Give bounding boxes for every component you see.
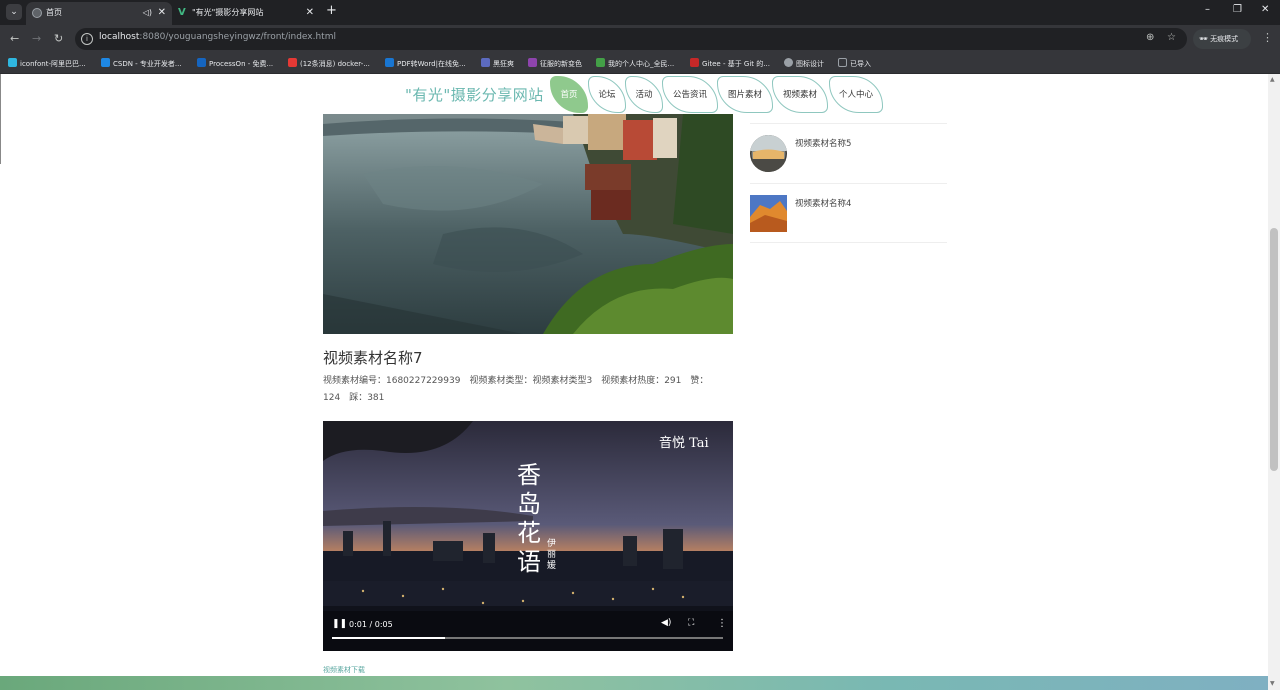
- bookmark-folder[interactable]: 已导入: [838, 57, 871, 71]
- scroll-up-arrow-icon[interactable]: ▲: [1270, 76, 1275, 83]
- bookmark-item[interactable]: ProcessOn - 免费...: [197, 57, 273, 71]
- item-title: 视频素材名称7: [323, 349, 423, 367]
- bookmark-site-icon: [784, 58, 793, 67]
- folder-icon: [838, 58, 847, 67]
- gitee-icon: [690, 58, 699, 67]
- bookmark-item[interactable]: 征服的新变色: [528, 57, 582, 71]
- omnibox[interactable]: i localhost:8080/youguangsheyingwz/front…: [75, 28, 1187, 50]
- pdf-icon: [385, 58, 394, 67]
- bookmark-site-icon: [481, 58, 490, 67]
- bookmark-item[interactable]: PDF转Word|在线免...: [385, 57, 466, 71]
- site-info-icon[interactable]: i: [81, 33, 93, 45]
- video-progress-fill: [332, 637, 446, 639]
- video-time: 0:01 / 0:05: [349, 620, 393, 629]
- bookmark-item[interactable]: iconfont-阿里巴巴...: [8, 57, 86, 71]
- sidebar-item-label[interactable]: 视频素材名称4: [795, 197, 851, 209]
- zoom-icon[interactable]: ⊕: [1146, 32, 1154, 43]
- back-arrow-icon[interactable]: ←: [10, 32, 19, 45]
- minimize-button[interactable]: –: [1205, 4, 1210, 15]
- forward-arrow-icon[interactable]: →: [32, 32, 41, 45]
- iconfont-icon: [8, 58, 17, 67]
- close-window-button[interactable]: ✕: [1261, 4, 1269, 15]
- nav-home[interactable]: 首页: [550, 76, 588, 113]
- video-overlay-subtext: 伊丽媛: [547, 539, 557, 571]
- meta-code: 视频素材编号：1680227229939: [323, 376, 461, 386]
- processon-icon: [197, 58, 206, 67]
- fullscreen-icon[interactable]: ⛶: [688, 618, 694, 628]
- bookmark-item[interactable]: 黑狂爽: [481, 57, 514, 71]
- sidebar-divider: [750, 183, 947, 184]
- sidebar-thumb[interactable]: [750, 195, 787, 232]
- video-player[interactable]: 音悦 Tai 香岛花语 伊丽媛 ❚❚ 0:01 / 0:05 ◀) ⛶ ⋮: [323, 421, 733, 651]
- restore-button[interactable]: ❐: [1233, 4, 1242, 15]
- pause-icon[interactable]: ❚❚: [332, 619, 347, 629]
- cover-image: [323, 114, 733, 334]
- meta-type: 视频素材类型：视频素材类型3: [469, 376, 593, 386]
- bookmark-item[interactable]: 图标设计: [784, 57, 824, 71]
- video-progress-track[interactable]: [332, 637, 723, 639]
- browser-tab-bar: ⌄ 首页 ◁) ✕ V "有光"摄影分享网站 ✕ + – ❐ ✕: [0, 0, 1280, 25]
- video-more-icon[interactable]: ⋮: [717, 618, 727, 629]
- tab-search-chevron-icon[interactable]: ⌄: [6, 4, 22, 20]
- video-watermark: 音悦 Tai: [659, 436, 709, 451]
- bookmark-star-icon[interactable]: ☆: [1167, 32, 1176, 43]
- sidebar-thumb[interactable]: [750, 135, 787, 172]
- browser-tab-active[interactable]: 首页 ◁) ✕: [26, 2, 172, 25]
- bookmark-site-icon: [528, 58, 537, 67]
- left-edge-line: [0, 74, 1, 164]
- tab-title: 首页: [46, 8, 62, 17]
- nav-activity[interactable]: 活动: [625, 76, 663, 113]
- bookmark-item[interactable]: CSDN - 专业开发者...: [101, 57, 182, 71]
- scroll-thumb[interactable]: [1270, 228, 1278, 471]
- item-meta: 视频素材编号：1680227229939 视频素材类型：视频素材类型3 视频素材热度…: [323, 373, 733, 407]
- reload-icon[interactable]: ↻: [54, 32, 63, 45]
- nav-video-material[interactable]: 视频素材: [772, 76, 828, 113]
- volume-icon[interactable]: ◀): [661, 618, 671, 628]
- download-link[interactable]: 视频素材下载: [323, 665, 365, 675]
- nav-personal-center[interactable]: 个人中心: [829, 76, 883, 113]
- page-viewport: "有光"摄影分享网站 首页 论坛 活动 公告资讯 图片素材 视频素材 个人中心: [0, 74, 1280, 690]
- vue-favicon-icon: V: [178, 7, 186, 18]
- video-overlay-text: 香岛花语: [517, 461, 541, 576]
- tab-title: "有光"摄影分享网站: [192, 8, 264, 17]
- url-text[interactable]: localhost:8080/youguangsheyingwz/front/i…: [99, 32, 336, 42]
- sidebar-divider: [750, 123, 947, 124]
- bookmark-item[interactable]: Gitee - 基于 Git 的...: [690, 57, 770, 71]
- browser-tab-inactive[interactable]: V "有光"摄影分享网站 ✕: [172, 2, 320, 25]
- nav-news[interactable]: 公告资讯: [662, 76, 718, 113]
- new-tab-button[interactable]: +: [326, 3, 337, 18]
- csdn-icon: [101, 58, 110, 67]
- bookmarks-bar: iconfont-阿里巴巴... CSDN - 专业开发者... Process…: [0, 54, 1280, 74]
- site-title[interactable]: "有光"摄影分享网站: [405, 84, 544, 105]
- footer-gradient-bar: [0, 676, 1268, 690]
- incognito-badge[interactable]: 🕶 无痕模式: [1193, 29, 1251, 49]
- bookmark-item[interactable]: 我的个人中心_全民...: [596, 57, 674, 71]
- speaker-icon[interactable]: ◁): [143, 2, 152, 23]
- nav-forum[interactable]: 论坛: [588, 76, 626, 113]
- browser-menu-icon[interactable]: ⋮: [1262, 31, 1273, 44]
- incognito-label: 无痕模式: [1210, 35, 1239, 43]
- nav-image-material[interactable]: 图片素材: [717, 76, 773, 113]
- csdn-message-icon: [288, 58, 297, 67]
- close-tab-icon[interactable]: ✕: [306, 2, 314, 23]
- scroll-down-arrow-icon[interactable]: ▼: [1270, 680, 1275, 687]
- meta-heat: 视频素材热度：291: [601, 376, 682, 386]
- close-tab-icon[interactable]: ✕: [158, 2, 166, 23]
- incognito-icon: 🕶: [1199, 35, 1211, 43]
- sidebar-divider: [750, 242, 947, 243]
- globe-favicon-icon: [32, 8, 42, 18]
- meta-dislikes: 踩：381: [349, 393, 385, 403]
- bookmark-site-icon: [596, 58, 605, 67]
- address-toolbar: ← → ↻ i localhost:8080/youguangsheyingwz…: [0, 25, 1280, 54]
- bookmark-item[interactable]: (12条消息) docker-...: [288, 57, 370, 71]
- sidebar-item-label[interactable]: 视频素材名称5: [795, 137, 851, 149]
